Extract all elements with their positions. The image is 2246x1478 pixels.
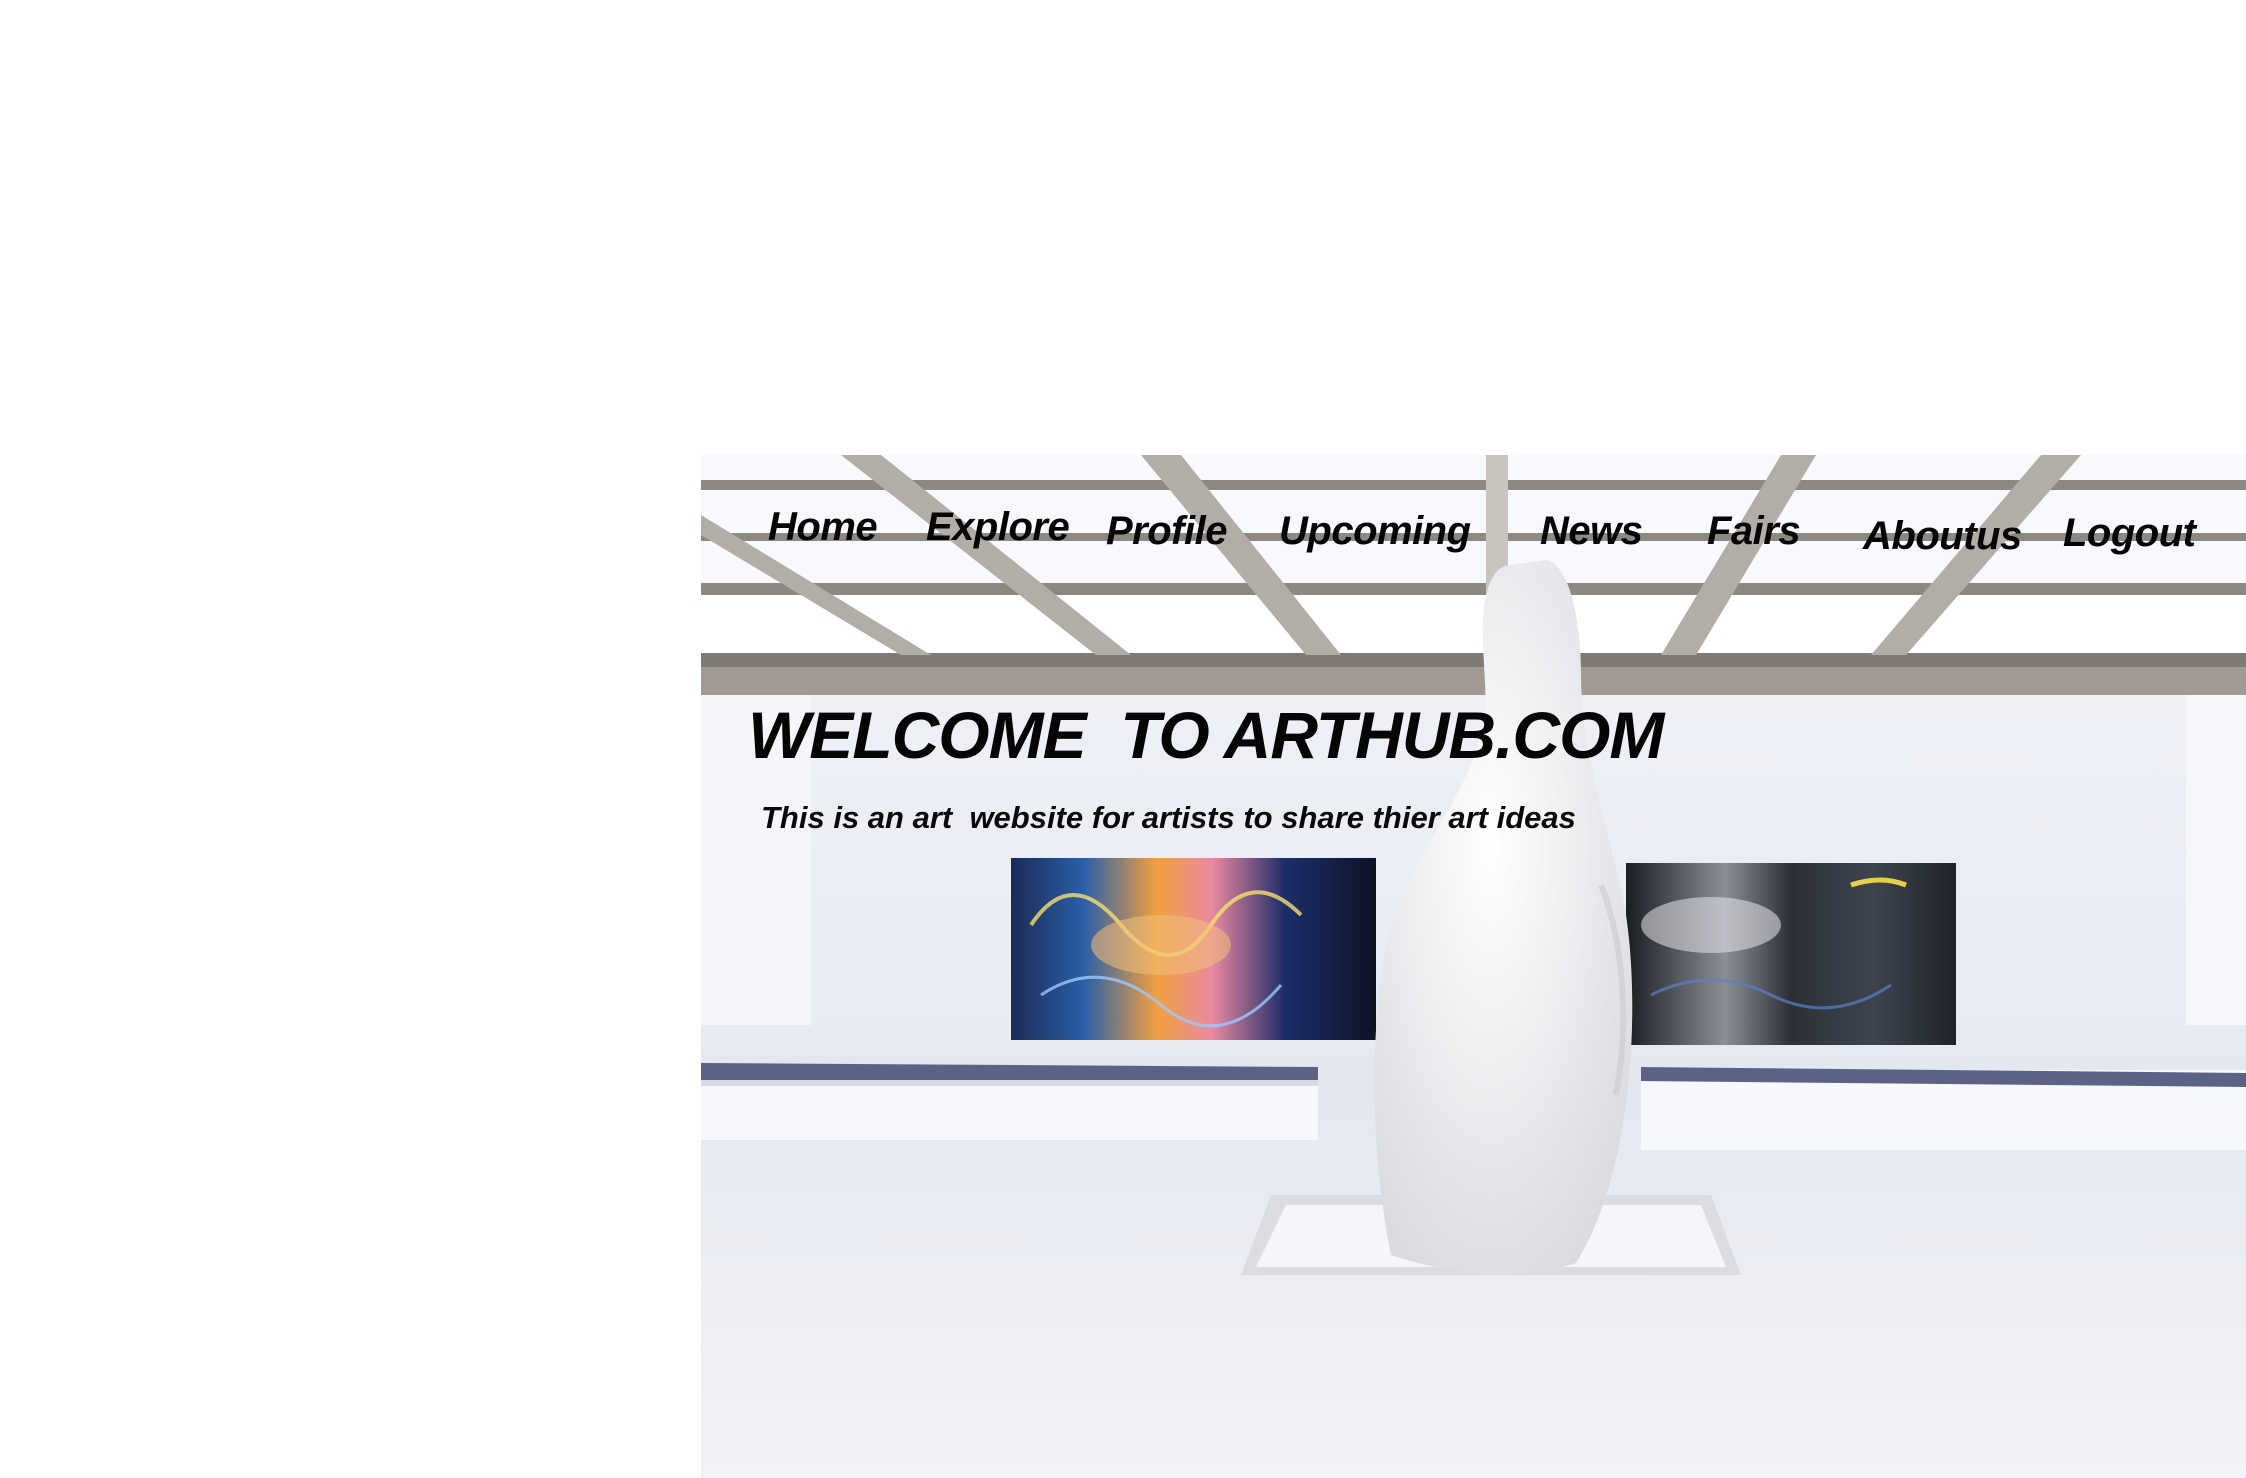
nav-upcoming[interactable]: Upcoming: [1279, 509, 1471, 554]
nav-home[interactable]: Home: [768, 505, 878, 550]
tagline-text: This is an art website for artists to sh…: [761, 800, 1576, 835]
welcome-heading: WELCOME TO ARTHUB.COM: [748, 698, 1664, 772]
page: Home Explore Profile Upcoming News Fairs…: [0, 0, 2246, 1478]
nav-fairs[interactable]: Fairs: [1707, 509, 1801, 554]
nav-explore[interactable]: Explore: [926, 505, 1070, 550]
gallery-background-picture: [701, 455, 2246, 1478]
nav-aboutus[interactable]: Aboutus: [1863, 514, 2022, 559]
nav-profile[interactable]: Profile: [1106, 509, 1227, 554]
gallery-hero-image: Home Explore Profile Upcoming News Fairs…: [701, 455, 2246, 1478]
nav-news[interactable]: News: [1540, 509, 1643, 554]
nav-logout[interactable]: Logout: [2063, 511, 2196, 556]
